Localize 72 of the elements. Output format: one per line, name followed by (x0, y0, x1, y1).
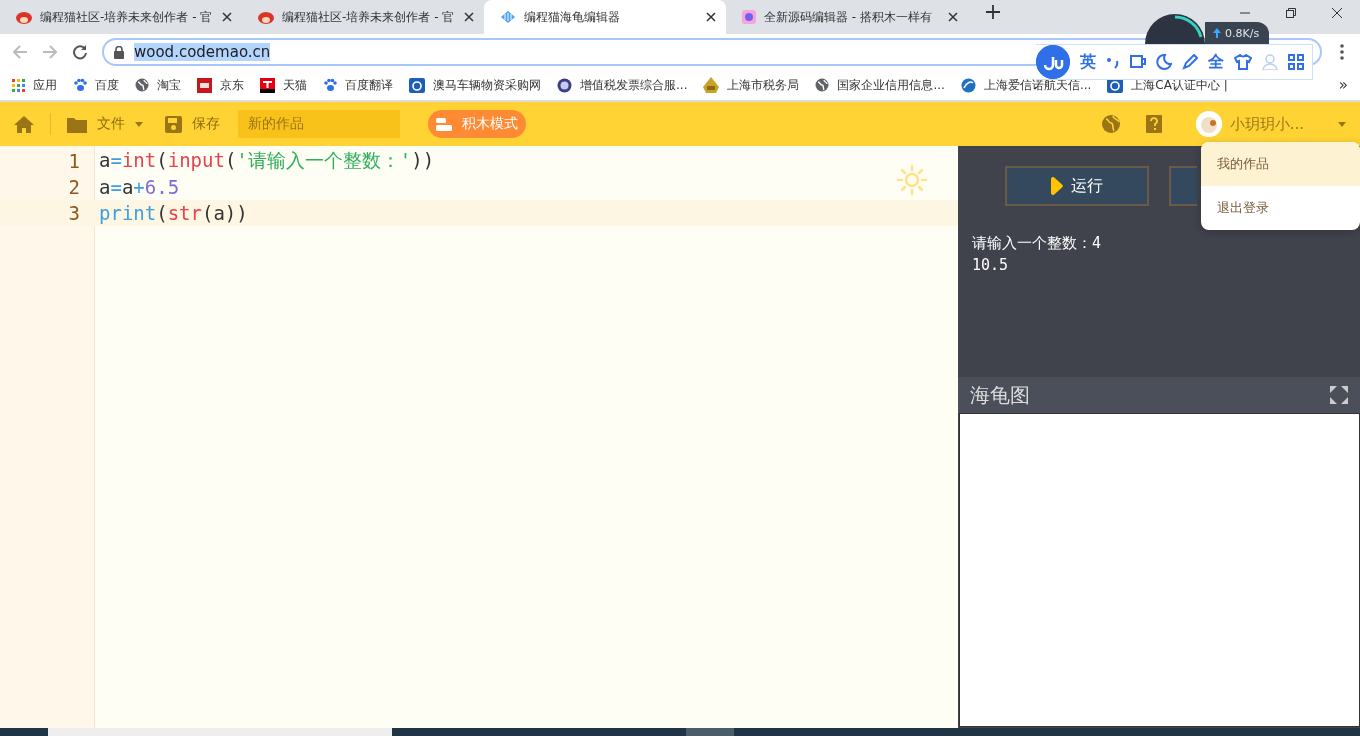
new-tab-icon[interactable] (986, 5, 1000, 19)
square-logo-icon (197, 77, 212, 93)
app-logo-icon (742, 10, 756, 24)
bookmark-link[interactable]: 增值税发票综合服... (557, 76, 688, 94)
avatar-icon (1195, 111, 1222, 137)
paw-icon (73, 78, 87, 92)
browser-tab[interactable]: 编程猫社区-培养未来创作者 - 官 (0, 0, 242, 34)
blocks-icon (436, 117, 452, 131)
line-number: 2 (67, 176, 80, 198)
code-line: print(str(a)) (99, 202, 248, 224)
punctuation-icon[interactable] (1106, 55, 1120, 69)
input-method-logo-icon[interactable] (1036, 45, 1070, 79)
paw-icon (323, 78, 337, 92)
fish-icon (500, 10, 516, 24)
close-icon (1332, 8, 1342, 18)
code-line: a=int(input('请输入一个整数：')) (99, 148, 435, 173)
bookmark-link[interactable]: 澳马车辆物资采购网 (409, 76, 541, 94)
help-icon[interactable] (1145, 115, 1162, 133)
ring-logo-icon (409, 77, 425, 93)
bookmark-link[interactable]: 淘宝 (135, 76, 181, 94)
menu-item[interactable]: 退出登录 (1201, 186, 1360, 230)
globe-icon (815, 78, 830, 92)
play-icon (1051, 177, 1063, 195)
line-number: 3 (67, 202, 80, 224)
cup-icon[interactable] (1130, 54, 1146, 70)
grid-icon[interactable] (1288, 54, 1304, 70)
restore-icon (1286, 8, 1296, 18)
fullscreen-icon[interactable] (1330, 386, 1348, 404)
panel-title: 海龟图 (970, 381, 1030, 409)
save-button[interactable]: 保存 (165, 115, 220, 133)
browser-tab[interactable]: 编程猫海龟编辑器 (484, 0, 726, 34)
up-arrow-icon (1213, 28, 1221, 38)
close-icon[interactable] (948, 12, 958, 22)
run-button[interactable]: 运行 (1005, 166, 1149, 206)
bookmark-link[interactable]: 上海市税务局 (703, 76, 800, 94)
close-icon[interactable] (222, 12, 232, 22)
bookmark-link[interactable]: 应用 (12, 76, 57, 94)
code-line: a=a+6.5 (99, 176, 180, 198)
caret-icon (1338, 121, 1346, 127)
menu-item[interactable]: 我的作品 (1201, 142, 1360, 186)
file-menu-button[interactable]: 文件 (67, 115, 143, 133)
close-icon[interactable] (706, 12, 716, 22)
bookmark-link[interactable]: 国家企业信用信息... (815, 76, 945, 94)
disc-icon (557, 77, 572, 93)
speed-gauge-icon[interactable] (1145, 14, 1205, 44)
swirl-logo-icon (960, 77, 976, 93)
globe-icon (135, 78, 149, 92)
folder-icon (67, 115, 87, 133)
browser-tab[interactable]: 全新源码编辑器 - 搭积木一样有 (726, 0, 968, 34)
lock-icon (114, 45, 124, 59)
emblem-icon (703, 77, 720, 93)
bookmark-link[interactable]: 京东 (197, 76, 244, 94)
network-speed-badge: 0.8K/s (1205, 22, 1270, 44)
more-bookmarks-button[interactable]: » (1338, 76, 1348, 94)
shirt-icon[interactable] (1234, 54, 1252, 70)
taskbar-search-field[interactable] (48, 728, 392, 736)
close-icon[interactable] (464, 12, 474, 22)
apps-grid-icon (12, 78, 25, 92)
pencil-icon[interactable] (1182, 54, 1198, 70)
caret-icon (135, 121, 143, 127)
bookmark-link[interactable]: 百度翻译 (323, 76, 393, 94)
reload-button[interactable] (72, 44, 88, 60)
moon-icon[interactable] (1156, 54, 1172, 70)
browser-tab[interactable]: 编程猫社区-培养未来创作者 - 官 (242, 0, 484, 34)
line-number: 1 (67, 150, 80, 172)
console-output-line: 请输入一个整数：4 (972, 233, 1103, 254)
bookmark-link[interactable]: 天猫 (260, 76, 307, 94)
globe-icon[interactable] (1101, 115, 1120, 133)
bookmark-link[interactable]: 百度 (73, 76, 119, 94)
bookmark-link[interactable]: 上海爱信诺航天信... (960, 76, 1092, 94)
console-output-line: 10.5 (972, 255, 1010, 276)
home-icon[interactable] (14, 115, 34, 133)
